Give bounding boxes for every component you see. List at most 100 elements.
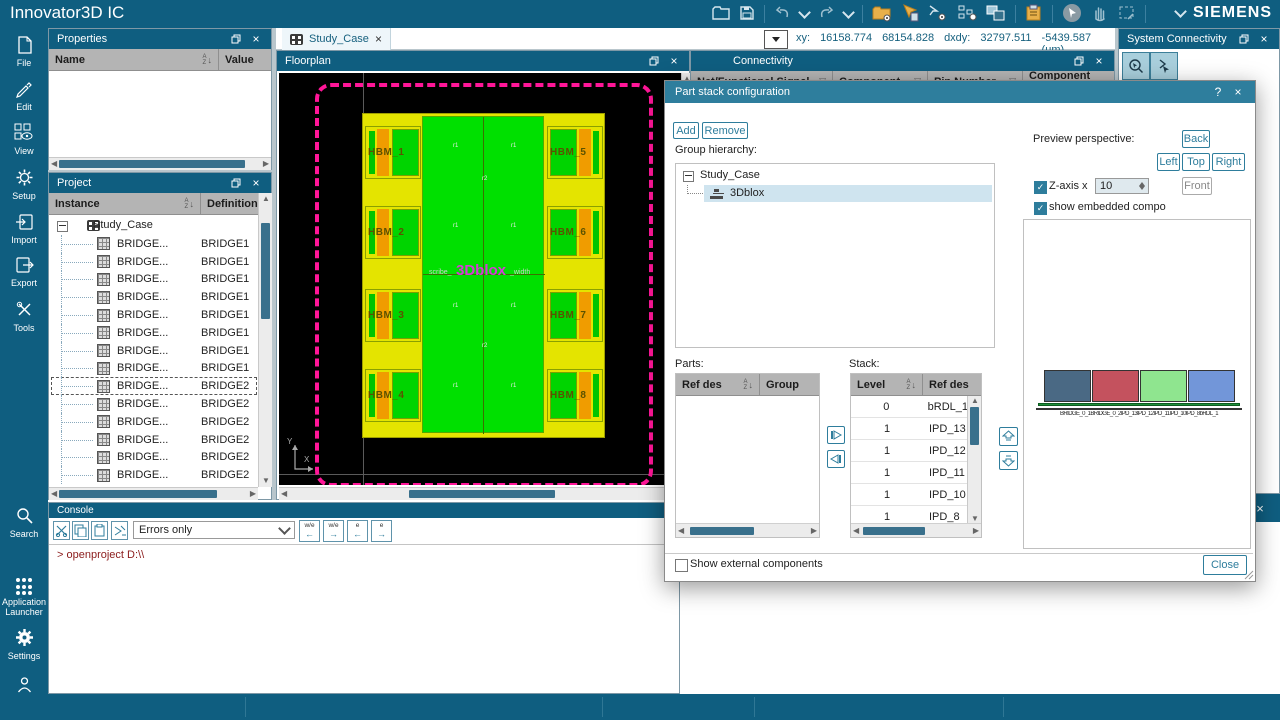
coords-dropdown-button[interactable]	[764, 30, 788, 49]
sidebar-item-file[interactable]: File	[0, 36, 48, 68]
z-axis-spinner[interactable]: 10	[1095, 178, 1149, 194]
perspective-front-button[interactable]: Front	[1182, 177, 1212, 195]
close-button[interactable]: Close	[1203, 555, 1247, 575]
brand-collapse-icon[interactable]	[1174, 5, 1187, 18]
tab-study-case[interactable]: Study_Case ×	[282, 28, 391, 50]
stack-vscrollbar[interactable]: ▲▼	[967, 396, 981, 524]
trace-search-button[interactable]	[1122, 52, 1150, 80]
cut-button[interactable]	[53, 521, 70, 540]
undo-icon[interactable]	[774, 5, 791, 23]
lasso-select-icon[interactable]	[1118, 4, 1136, 25]
show-external-checkbox[interactable]	[675, 559, 688, 572]
column-header-definition[interactable]: Definition	[201, 193, 259, 215]
move-up-button[interactable]	[999, 427, 1018, 446]
floorplan-hscrollbar[interactable]: ◀▶	[279, 487, 681, 500]
tree-item-study-case[interactable]: Study_Case	[676, 167, 994, 185]
tree-item-bridge[interactable]: BRIDGE... BRIDGE1	[51, 306, 257, 324]
column-header-group[interactable]: Group	[760, 374, 819, 396]
column-header-value[interactable]: Value	[219, 49, 271, 71]
log-filter-select[interactable]: Errors only	[133, 521, 295, 539]
tree-item-bridge[interactable]: BRIDGE... BRIDGE1	[51, 271, 257, 289]
jump-message-button[interactable]: e→	[371, 520, 392, 542]
tree-item-study-case[interactable]: Study_Case	[51, 217, 257, 235]
tree-item-bridge[interactable]: BRIDGE... BRIDGE1	[51, 342, 257, 360]
stack-row[interactable]: 1 IPD_13	[851, 418, 968, 440]
stack-row[interactable]: 1 IPD_8	[851, 506, 968, 524]
redo-icon[interactable]	[818, 5, 835, 23]
sidebar-item-settings[interactable]: Settings	[0, 628, 48, 661]
spin-down-icon[interactable]	[1139, 186, 1145, 190]
hbm-block[interactable]: HBM_8	[547, 369, 603, 422]
float-panel-icon[interactable]	[229, 32, 243, 46]
select-display-icon[interactable]	[901, 4, 919, 25]
save-icon[interactable]	[739, 5, 755, 24]
collapse-icon[interactable]	[683, 171, 694, 182]
tab-close-icon[interactable]: ×	[375, 32, 382, 46]
tree-item-bridge[interactable]: BRIDGE... BRIDGE1	[51, 324, 257, 342]
tree-item-3dblox[interactable]: 3Dblox	[704, 185, 992, 202]
stack-row[interactable]: 1 IPD_10	[851, 484, 968, 506]
close-panel-icon[interactable]: ×	[667, 54, 681, 68]
stack-hscrollbar[interactable]: ◀▶	[851, 523, 981, 537]
floorplan-canvas[interactable]: HBM_1 HBM_2 HBM_3 HBM_4 HBM_5 HBM_6 HBM_…	[279, 73, 681, 485]
tree-item-bridge[interactable]: BRIDGE... BRIDGE2	[51, 395, 257, 413]
paste-button[interactable]	[91, 521, 108, 540]
properties-hscrollbar[interactable]: ◀▶	[49, 157, 271, 170]
navigate-mode-icon[interactable]	[1062, 3, 1082, 26]
project-browser-icon[interactable]	[872, 4, 892, 25]
clipboard-icon[interactable]	[1025, 4, 1043, 25]
undo-dropdown-icon[interactable]	[798, 6, 811, 19]
open-folder-icon[interactable]	[712, 5, 730, 24]
tree-item-bridge[interactable]: BRIDGE... BRIDGE1	[51, 288, 257, 306]
resize-grip[interactable]	[1244, 570, 1254, 580]
close-panel-icon[interactable]: ×	[1256, 501, 1264, 516]
show-embedded-checkbox[interactable]: ✓	[1034, 202, 1047, 215]
pan-hand-icon[interactable]	[1091, 4, 1109, 25]
column-header-instance[interactable]: Instance AZ↓	[49, 193, 201, 215]
close-panel-icon[interactable]: ×	[249, 32, 263, 46]
stack-row[interactable]: 1 IPD_12	[851, 440, 968, 462]
sidebar-item-application-launcher[interactable]: Application Launcher	[0, 573, 48, 617]
stack-row[interactable]: 1 IPD_11	[851, 462, 968, 484]
tree-item-bridge[interactable]: BRIDGE... BRIDGE1	[51, 360, 257, 378]
column-header-ref-des[interactable]: Ref des	[923, 374, 981, 396]
stack-preview-canvas[interactable]: BRIDGE_0_1BRIDGE_0_2IPD_13IPD_12IPD_11IP…	[1023, 219, 1251, 549]
tree-item-bridge[interactable]: BRIDGE... BRIDGE1	[51, 253, 257, 271]
sidebar-item-export[interactable]: Export	[0, 256, 48, 288]
windows-layout-icon[interactable]	[986, 4, 1006, 25]
hierarchy-display-icon[interactable]	[957, 4, 977, 25]
sidebar-item-setup[interactable]: Setup	[0, 168, 48, 201]
tree-item-bridge[interactable]: BRIDGE... BRIDGE2	[51, 449, 257, 467]
add-button[interactable]: Add	[673, 122, 699, 139]
tree-item-bridge[interactable]: BRIDGE... BRIDGE2	[51, 466, 257, 484]
float-panel-icon[interactable]	[647, 54, 661, 68]
z-axis-checkbox[interactable]: ✓	[1034, 181, 1047, 194]
column-header-name[interactable]: Name AZ↓	[49, 49, 219, 71]
dialog-help-icon[interactable]: ?	[1211, 85, 1225, 99]
jump-message-button[interactable]: e←	[347, 520, 368, 542]
sidebar-item-import[interactable]: Import	[0, 213, 48, 245]
project-hscrollbar[interactable]: ◀▶	[49, 487, 258, 500]
probe-display-icon[interactable]	[928, 4, 948, 25]
clear-log-button[interactable]	[111, 521, 128, 540]
parts-hscrollbar[interactable]: ◀▶	[676, 523, 819, 537]
close-panel-icon[interactable]: ×	[249, 176, 263, 190]
float-panel-icon[interactable]	[1237, 32, 1251, 46]
sidebar-item-tools[interactable]: Tools	[0, 300, 48, 333]
dialog-close-icon[interactable]: ×	[1231, 85, 1245, 99]
copy-button[interactable]	[72, 521, 89, 540]
column-header-level[interactable]: Level AZ↓	[851, 374, 923, 396]
project-vscrollbar[interactable]: ▲▼	[258, 193, 272, 487]
hbm-block[interactable]: HBM_4	[365, 369, 421, 422]
close-panel-icon[interactable]: ×	[1092, 54, 1106, 68]
collapse-icon[interactable]	[57, 221, 68, 232]
perspective-back-button[interactable]: Back	[1182, 130, 1210, 148]
sidebar-item-search[interactable]: Search	[0, 506, 48, 539]
tree-item-bridge[interactable]: BRIDGE... BRIDGE2	[51, 413, 257, 431]
move-down-button[interactable]	[999, 451, 1018, 470]
tree-item-bridge[interactable]: BRIDGE... BRIDGE2	[51, 431, 257, 449]
redo-dropdown-icon[interactable]	[842, 6, 855, 19]
move-to-stack-button[interactable]	[827, 426, 845, 444]
perspective-top-button[interactable]: Top	[1182, 153, 1210, 171]
stack-row[interactable]: 0 bRDL_1	[851, 396, 968, 418]
